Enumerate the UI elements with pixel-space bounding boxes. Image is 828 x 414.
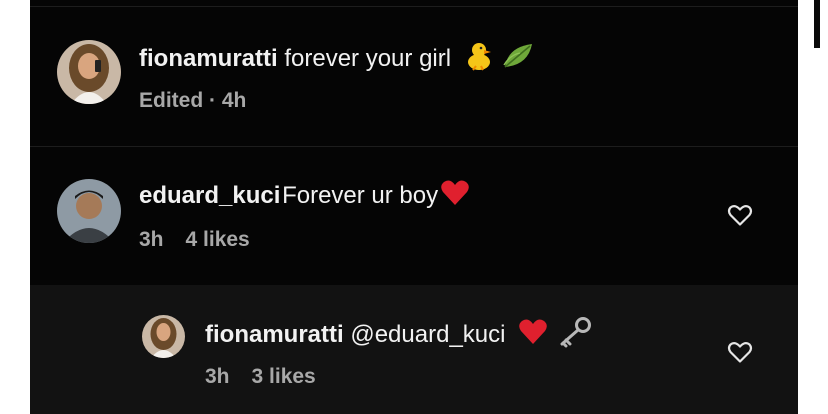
like-count[interactable]: 4 likes xyxy=(186,228,250,251)
comment-meta: Edited · 4h xyxy=(139,89,247,112)
username[interactable]: eduard_kuci xyxy=(139,182,280,209)
avatar[interactable] xyxy=(57,40,121,104)
leaf-icon xyxy=(502,41,536,78)
comment-text: forever your girl xyxy=(284,44,452,72)
key-icon xyxy=(557,316,593,355)
username[interactable]: fionamuratti xyxy=(205,321,344,348)
comment-time: 3h xyxy=(139,228,164,251)
red-heart-icon xyxy=(440,179,470,214)
username[interactable]: fionamuratti xyxy=(139,45,278,72)
comment-text-line: fionamuratti forever your girl xyxy=(139,40,536,79)
chick-icon xyxy=(464,40,494,79)
heart-outline-icon[interactable] xyxy=(727,340,753,369)
avatar[interactable] xyxy=(57,179,121,243)
comment-time: 3h xyxy=(205,365,230,388)
comments-panel: fionamuratti forever your girl Edited · … xyxy=(30,0,798,414)
mention[interactable]: @eduard_kuci xyxy=(350,321,505,348)
like-count[interactable]: 3 likes xyxy=(252,365,316,388)
divider xyxy=(30,146,798,147)
comment-text-line: eduard_kuci Forever ur boy xyxy=(139,179,470,214)
comment-meta: 3h 4 likes xyxy=(139,228,272,252)
avatar[interactable] xyxy=(142,315,185,358)
divider xyxy=(30,6,798,7)
comment-text: Forever ur boy xyxy=(282,181,439,209)
reply-text-line: fionamuratti @eduard_kuci xyxy=(205,316,593,355)
reply-meta: 3h 3 likes xyxy=(205,365,338,389)
red-heart-icon xyxy=(518,318,548,353)
heart-outline-icon[interactable] xyxy=(727,203,753,232)
scrollbar[interactable] xyxy=(814,0,820,48)
